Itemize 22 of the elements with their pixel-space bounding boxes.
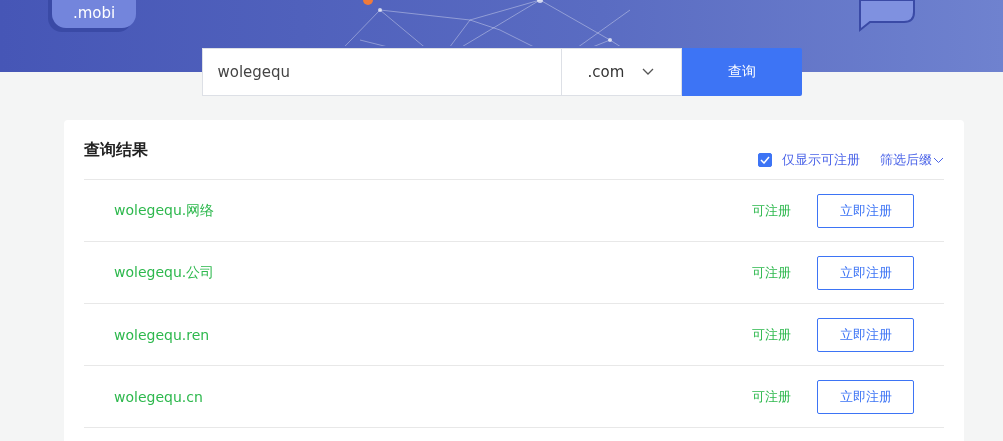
chat-bubble-icon: [856, 0, 916, 34]
filter-suffix-link[interactable]: 筛选后缀: [880, 151, 944, 169]
checkbox-label[interactable]: 仅显示可注册: [782, 151, 860, 169]
availability-status: 可注册: [752, 387, 791, 406]
domain-name: wolegequ.公司: [114, 263, 216, 282]
availability-status: 可注册: [752, 325, 791, 344]
domain-name: wolegequ.ren: [114, 326, 211, 343]
register-button[interactable]: 立即注册: [817, 193, 914, 228]
availability-status: 可注册: [752, 263, 791, 282]
chevron-down-icon: [642, 68, 655, 76]
domain-input[interactable]: wolegequ: [201, 48, 562, 96]
register-button[interactable]: 立即注册: [817, 255, 914, 290]
suffix-select[interactable]: .com: [561, 48, 682, 96]
checkbox[interactable]: [758, 153, 772, 167]
domain-name: wolegequ.cn: [114, 388, 204, 405]
results-title: 查询结果: [84, 140, 148, 161]
availability-status: 可注册: [752, 201, 791, 220]
search-button[interactable]: 查询: [681, 48, 802, 96]
domain-name: wolegequ.网络: [114, 201, 216, 220]
chevron-down-icon: [933, 156, 944, 164]
register-button[interactable]: 立即注册: [817, 317, 914, 352]
register-button[interactable]: 立即注册: [817, 379, 914, 414]
